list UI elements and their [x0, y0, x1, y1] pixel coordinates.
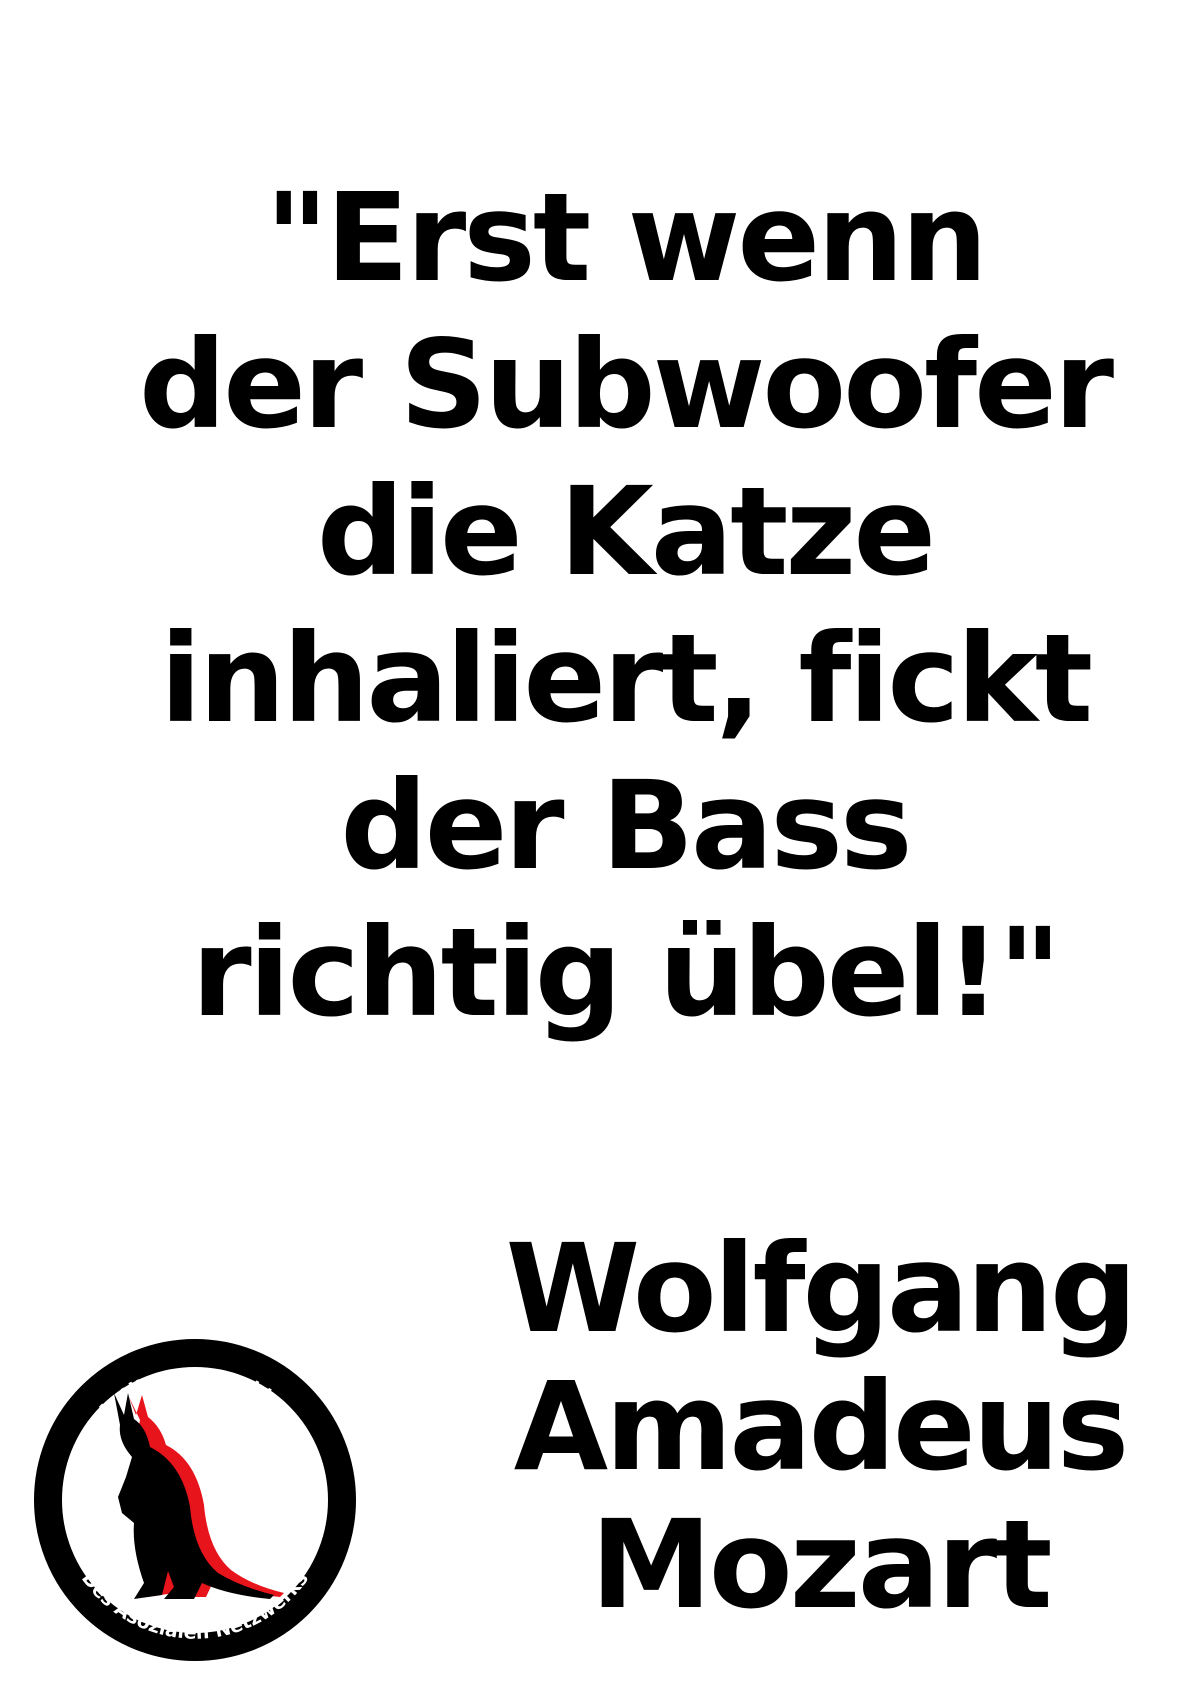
quote-line: inhaliert, fickt: [159, 608, 1093, 750]
quote-text: "Erst wenn der Subwoofer die Katze inhal…: [60, 165, 1190, 1047]
author-line: Wolfgang: [505, 1218, 1138, 1360]
kangaroo-logo: Antiterroranschlag Des Asozialen Netzwer…: [34, 1339, 356, 1661]
quote-line: die Katze: [316, 461, 936, 603]
author-line: Mozart: [590, 1494, 1052, 1636]
quote-author: Wolfgang Amadeus Mozart: [480, 1220, 1160, 1634]
author-line: Amadeus: [513, 1356, 1129, 1498]
quote-line: richtig übel!": [191, 902, 1061, 1044]
quote-line: der Bass: [340, 755, 912, 897]
quote-line: der Subwoofer: [138, 314, 1114, 456]
quote-line: "Erst wenn: [265, 167, 988, 309]
